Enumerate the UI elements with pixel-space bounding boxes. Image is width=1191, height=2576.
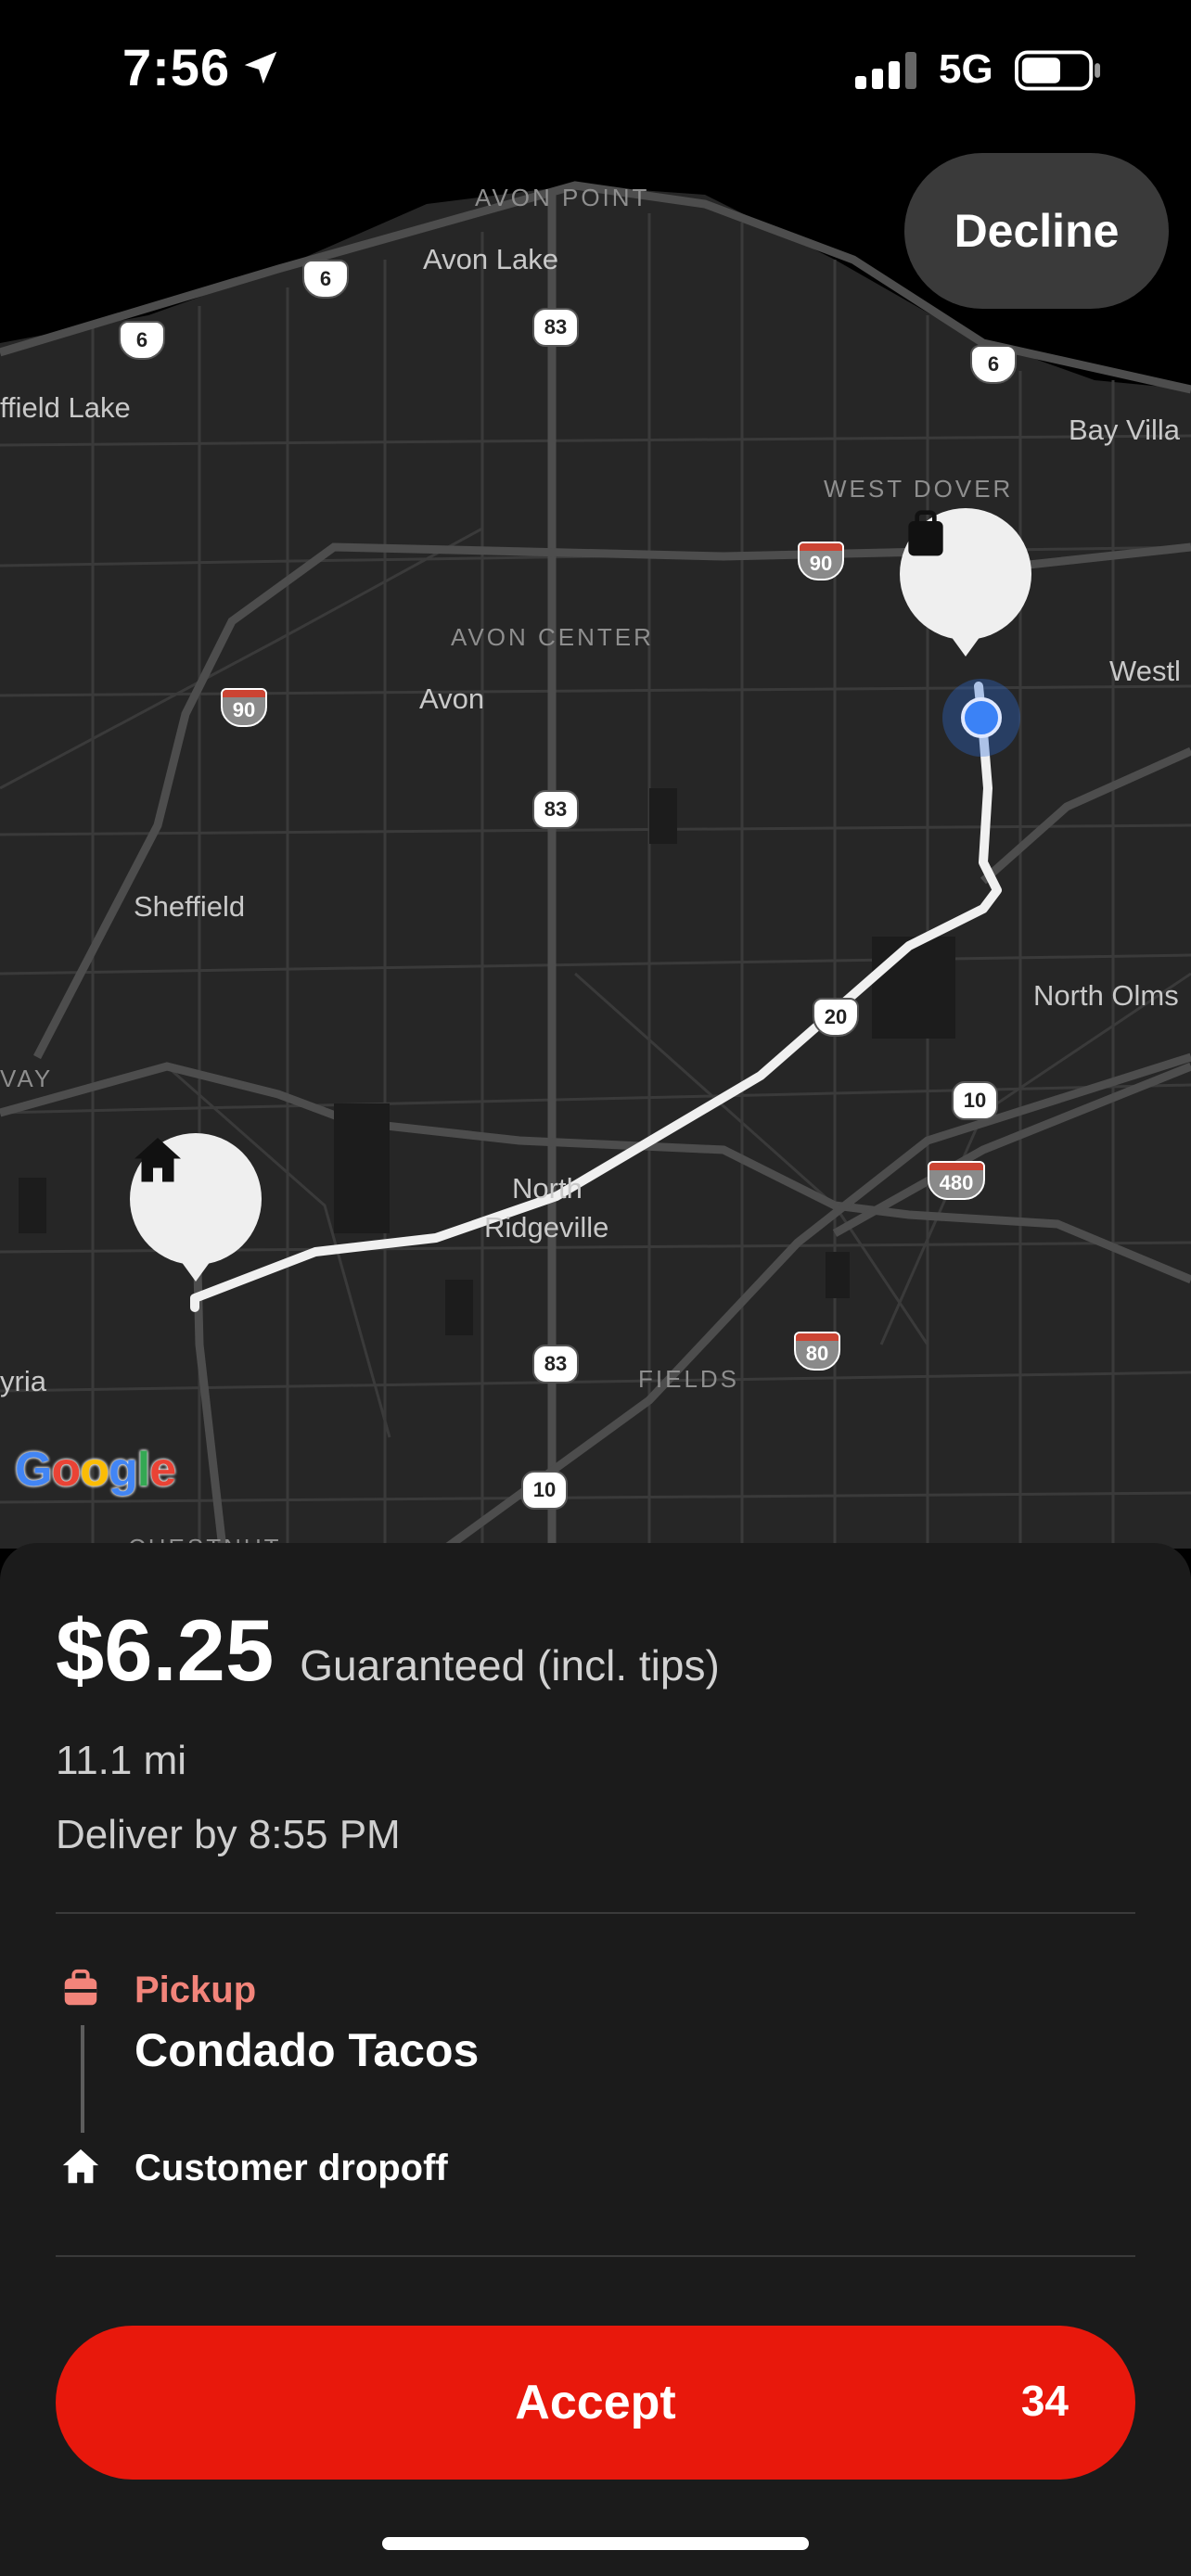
map-label-sheffield: Sheffield [134, 890, 246, 923]
map-label-sheffield-lake: ffield Lake [0, 391, 131, 424]
map-label-westlake: Westl [1109, 655, 1181, 687]
status-bar: 7:56 5G [0, 0, 1191, 139]
map-label-avon-lake: Avon Lake [423, 243, 558, 275]
route-shield-us6: 6 [970, 345, 1017, 384]
route-shield-sr10: 10 [521, 1471, 568, 1510]
route-shield-i90: 90 [221, 688, 267, 727]
pay-row: $6.25 Guaranteed (incl. tips) [56, 1600, 720, 1701]
route-shield-i90: 90 [798, 542, 844, 580]
pay-note: Guaranteed (incl. tips) [300, 1641, 720, 1690]
route-shield-us6: 6 [119, 321, 165, 360]
bag-icon [908, 510, 943, 556]
decline-button[interactable]: Decline [904, 153, 1169, 309]
route-map[interactable]: AVON POINT Avon Lake ffield Lake Bay Vil… [0, 139, 1191, 1549]
map-label-ridgeville: Ridgeville [484, 1211, 609, 1243]
shield-number: 90 [809, 552, 833, 575]
route-shield-sr83: 83 [532, 308, 579, 347]
accept-countdown: 34 [1020, 2377, 1069, 2425]
shield-number: 80 [805, 1342, 829, 1365]
map-label-elyria: yria [0, 1365, 46, 1397]
network-type: 5G [939, 46, 993, 92]
shield-number: 90 [232, 698, 256, 721]
route-shield-us20: 20 [813, 998, 859, 1037]
dropoff-pin[interactable] [130, 1133, 262, 1282]
accept-button[interactable]: Accept 34 [56, 2326, 1135, 2480]
pickup-restaurant-name: Condado Tacos [134, 2024, 480, 2076]
pickup-pin[interactable] [900, 508, 1031, 657]
offer-sheet: $6.25 Guaranteed (incl. tips) 11.1 mi De… [0, 1543, 1191, 2576]
location-arrow-icon [244, 51, 277, 84]
map-label-fields: FIELDS [638, 1365, 740, 1393]
divider [56, 1912, 1135, 1914]
map-label-bay-village: Bay Villa [1069, 414, 1181, 446]
home-icon [134, 1138, 181, 1182]
route-shield-us6: 6 [302, 260, 349, 299]
battery-icon [1015, 50, 1101, 91]
pickup-bag-icon [64, 1969, 97, 2006]
route-shield-sr83: 83 [532, 1345, 579, 1384]
map-label-north-olmsted: North Olms [1033, 979, 1179, 1012]
map-label-avon-point: AVON POINT [475, 184, 650, 211]
dropoff-home-icon [62, 2149, 99, 2184]
google-logo: Google [15, 1443, 176, 1497]
map-label-vay: VAY [0, 1065, 54, 1092]
status-time: 7:56 [122, 38, 231, 96]
map-label-avon: Avon [419, 682, 485, 715]
route-shield-i480: 480 [928, 1161, 985, 1200]
deliver-by-time: Deliver by 8:55 PM [56, 1812, 401, 1857]
map-label-avon-center: AVON CENTER [451, 623, 654, 651]
route-shield-sr10: 10 [952, 1081, 998, 1120]
pay-amount: $6.25 [56, 1601, 275, 1699]
route-shield-sr83: 83 [532, 790, 579, 829]
map-label-west-dover: WEST DOVER [824, 475, 1014, 503]
accept-label: Accept [515, 2376, 676, 2429]
route-shield-i80: 80 [794, 1332, 840, 1371]
cellular-signal-icon [855, 52, 916, 89]
home-indicator[interactable] [382, 2537, 809, 2550]
trip-distance: 11.1 mi [56, 1738, 187, 1783]
stops-connector [81, 2025, 84, 2133]
shield-number: 480 [939, 1171, 974, 1194]
dropoff-label: Customer dropoff [134, 2148, 448, 2188]
map-label-north: North [512, 1172, 583, 1205]
current-location-dot [961, 697, 1002, 738]
divider [56, 2255, 1135, 2257]
pickup-label: Pickup [134, 1970, 257, 2010]
